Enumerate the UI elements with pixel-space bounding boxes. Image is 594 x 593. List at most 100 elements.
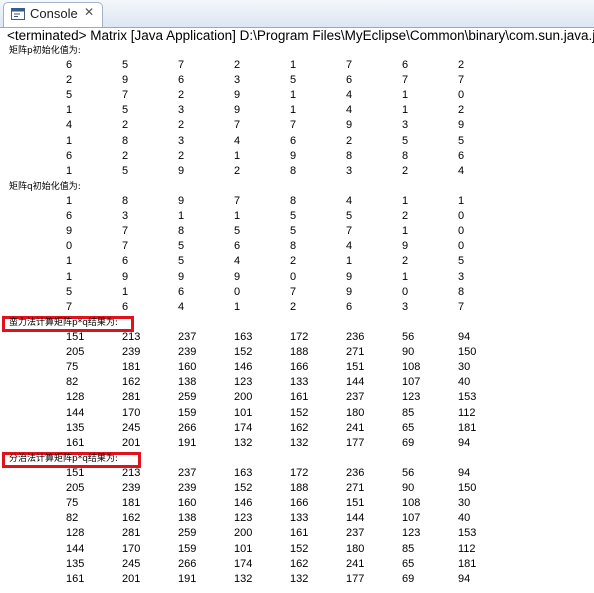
matrix-cell: 191 (178, 572, 197, 585)
matrix-cell: 213 (122, 467, 141, 479)
matrix-cell: 1 (66, 195, 73, 207)
matrix-cell: 9 (346, 285, 353, 298)
matrix-cell: 180 (346, 542, 365, 555)
matrix-cell: 239 (178, 346, 197, 359)
matrix-cell: 8 (122, 195, 129, 207)
matrix-cell: 1 (290, 89, 297, 102)
matrix-cell: 9 (178, 164, 185, 177)
matrix-cell: 6 (346, 300, 353, 313)
matrix-cell: 8 (458, 285, 465, 298)
matrix-cell: 6 (402, 59, 409, 71)
matrix-cell: 1 (290, 59, 297, 71)
matrix-cell: 1 (178, 210, 185, 223)
matrix-cell: 237 (346, 391, 365, 404)
matrix-cell: 69 (402, 572, 415, 585)
matrix-cell: 6 (178, 285, 185, 298)
matrix-cell: 151 (66, 331, 85, 343)
matrix-cell: 0 (458, 89, 465, 102)
tab-console-label: Console (30, 6, 78, 21)
matrix-cell: 9 (402, 240, 409, 253)
matrix-cell: 8 (290, 240, 297, 253)
matrix-cell: 56 (402, 467, 415, 479)
tab-console[interactable]: Console ✕ (3, 2, 103, 27)
matrix-cell: 75 (66, 361, 79, 374)
matrix-cell: 150 (458, 482, 477, 495)
matrix-cell: 160 (178, 361, 197, 374)
matrix-cell: 94 (458, 572, 471, 585)
matrix-cell: 1 (402, 225, 409, 238)
matrix-cell: 172 (290, 467, 309, 479)
matrix-cell: 7 (234, 119, 241, 132)
matrix-cell: 90 (402, 346, 415, 359)
matrix-cell: 170 (122, 542, 141, 555)
matrix-cell: 1 (66, 255, 73, 268)
matrix-cell: 281 (122, 527, 141, 540)
matrix-cell: 188 (290, 346, 309, 359)
matrix-cell: 153 (458, 527, 477, 540)
matrix-cell: 161 (290, 391, 309, 404)
matrix-cell: 152 (234, 482, 253, 495)
matrix-cell: 9 (122, 74, 129, 87)
matrix-cell: 7 (458, 300, 465, 313)
matrix-cell: 2 (458, 59, 465, 71)
matrix-cell: 7 (122, 240, 129, 253)
matrix-cell: 0 (458, 240, 465, 253)
matrix-cell: 6 (234, 240, 241, 253)
matrix-cell: 205 (66, 346, 85, 359)
matrix-cell: 4 (234, 134, 241, 147)
matrix-cell: 3 (234, 74, 241, 87)
matrix-cell: 152 (290, 406, 309, 419)
matrix-cell: 9 (290, 149, 297, 162)
close-icon[interactable]: ✕ (84, 5, 94, 19)
matrix-cell: 236 (346, 331, 365, 343)
matrix-cell: 133 (290, 376, 309, 389)
matrix-cell: 237 (178, 331, 197, 343)
section-heading: 矩阵q初始化值为: (9, 182, 81, 192)
matrix-cell: 4 (346, 89, 353, 102)
section-heading: 蛮力法计算矩阵p*q结果为: (9, 318, 118, 328)
matrix-cell: 2 (178, 149, 185, 162)
matrix-cell: 266 (178, 557, 197, 570)
matrix-cell: 135 (66, 557, 85, 570)
matrix-cell: 107 (402, 512, 421, 525)
matrix-cell: 8 (402, 149, 409, 162)
matrix-cell: 241 (346, 421, 365, 434)
matrix-cell: 123 (234, 376, 253, 389)
console-output[interactable]: 矩阵p初始化值为: 6 5 7 2 1 7 6 2 2 9 6 3 5 6 7 7 5 7 2 9 1 4 1 0 1 5 3 9 1 4 1… (0, 45, 594, 593)
matrix-cell: 7 (178, 59, 185, 71)
matrix-cell: 9 (346, 119, 353, 132)
matrix-cell: 3 (402, 119, 409, 132)
matrix-cell: 159 (178, 542, 197, 555)
matrix-cell: 3 (178, 134, 185, 147)
matrix-cell: 239 (122, 482, 141, 495)
matrix-cell: 4 (66, 119, 73, 132)
matrix-cell: 0 (66, 240, 73, 253)
matrix-cell: 75 (66, 497, 79, 510)
section-heading: 分治法计算矩阵p*q结果为: (9, 454, 118, 464)
matrix-cell: 5 (458, 134, 465, 147)
matrix-cell: 85 (402, 406, 415, 419)
matrix-cell: 281 (122, 391, 141, 404)
matrix-cell: 160 (178, 497, 197, 510)
matrix-cell: 0 (402, 285, 409, 298)
matrix-cell: 6 (346, 74, 353, 87)
matrix-cell: 2 (122, 119, 129, 132)
matrix-cell: 237 (346, 527, 365, 540)
matrix-cell: 151 (346, 497, 365, 510)
matrix-cell: 191 (178, 436, 197, 449)
matrix-cell: 8 (290, 195, 297, 207)
matrix-cell: 1 (458, 195, 465, 207)
matrix-cell: 188 (290, 482, 309, 495)
matrix-cell: 3 (122, 210, 129, 223)
matrix-cell: 162 (122, 376, 141, 389)
matrix-cell: 5 (402, 134, 409, 147)
matrix-cell: 181 (122, 497, 141, 510)
matrix-cell: 144 (346, 376, 365, 389)
matrix-cell: 94 (458, 331, 471, 343)
matrix-cell: 8 (178, 225, 185, 238)
matrix-cell: 213 (122, 331, 141, 343)
matrix-cell: 132 (290, 572, 309, 585)
matrix-cell: 30 (458, 361, 471, 374)
matrix-cell: 271 (346, 482, 365, 495)
matrix-cell: 5 (178, 255, 185, 268)
